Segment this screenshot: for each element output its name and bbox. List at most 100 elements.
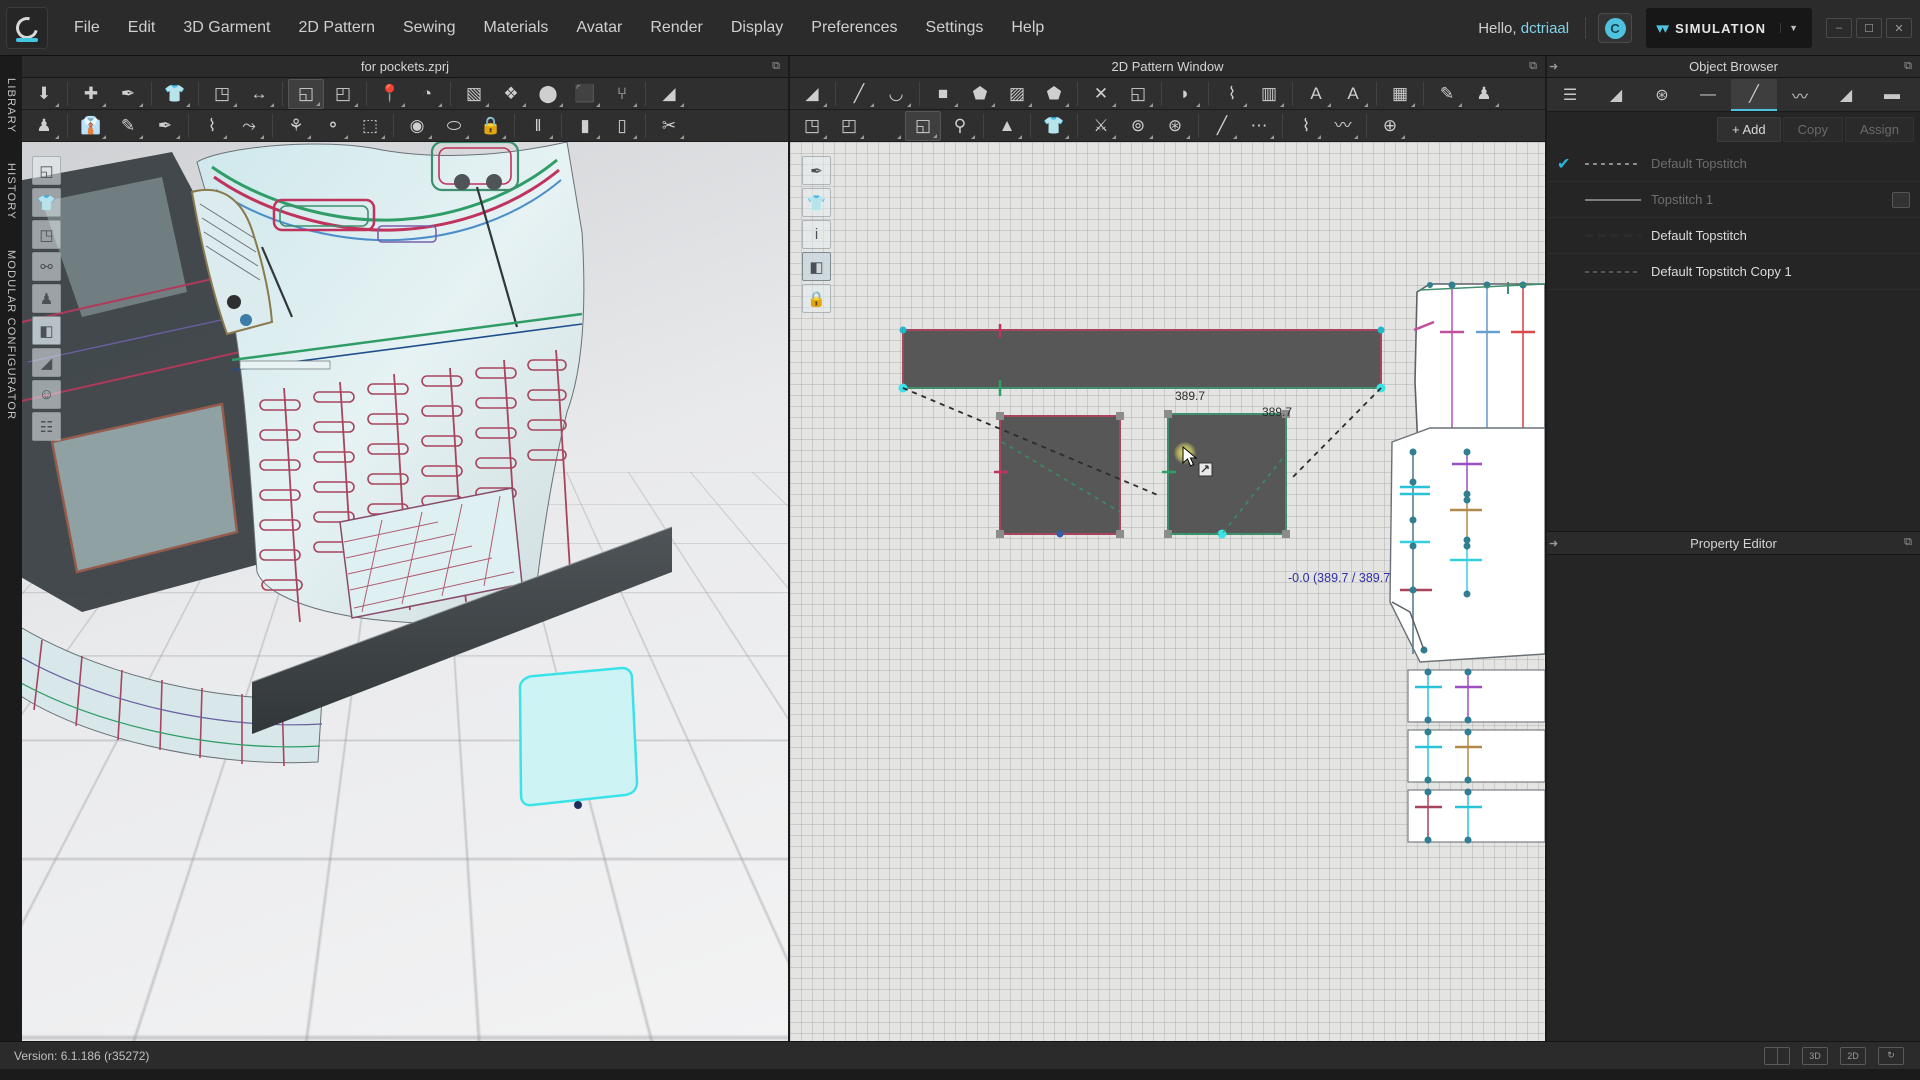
lock-pattern-icon[interactable]: 🔒 — [802, 284, 831, 313]
tool-expand-corner-icon[interactable] — [176, 134, 180, 139]
tool-expand-corner-icon[interactable] — [139, 102, 143, 107]
edit-curve-point-icon[interactable]: ╱ — [841, 79, 877, 109]
zipper-strip-icon[interactable]: ‖ — [520, 111, 556, 141]
close-icon[interactable]: ✕ — [1886, 18, 1912, 38]
internal-polygon-icon[interactable]: ▨ — [999, 79, 1035, 109]
zigzag-icon[interactable]: 〰 — [1325, 111, 1361, 141]
object-browser-row[interactable]: Default Topstitch — [1547, 218, 1920, 254]
trace-icon[interactable]: ✕ — [1083, 79, 1119, 109]
button-round-icon[interactable]: ◉ — [399, 111, 435, 141]
tool-expand-corner-icon[interactable] — [1458, 102, 1462, 107]
tool-expand-corner-icon[interactable] — [485, 102, 489, 107]
tool-expand-corner-icon[interactable] — [596, 134, 600, 139]
tack-icon[interactable]: ◔ — [409, 79, 445, 109]
popout-icon[interactable]: ⧉ — [1904, 60, 1912, 73]
menu-item-3d-garment[interactable]: 3D Garment — [169, 13, 284, 43]
tool-expand-corner-icon[interactable] — [907, 102, 911, 107]
edit-curvature-icon[interactable]: ◡ — [878, 79, 914, 109]
tool-expand-corner-icon[interactable] — [1270, 134, 1274, 139]
menu-item-sewing[interactable]: Sewing — [389, 13, 469, 43]
fabric-sheet-icon[interactable]: ▯ — [604, 111, 640, 141]
zipper-icon[interactable]: ⬛ — [567, 79, 603, 109]
tool-expand-corner-icon[interactable] — [991, 102, 995, 107]
tool-expand-corner-icon[interactable] — [1280, 102, 1284, 107]
tool-expand-corner-icon[interactable] — [102, 134, 106, 139]
select-garment-icon[interactable]: 👕 — [157, 79, 193, 109]
menu-item-2d-pattern[interactable]: 2D Pattern — [285, 13, 389, 43]
sewing-line-icon[interactable]: ↔ — [241, 79, 277, 109]
grid-pattern-icon[interactable]: ▦ — [1382, 79, 1418, 109]
tool-expand-corner-icon[interactable] — [55, 134, 59, 139]
tool-expand-corner-icon[interactable] — [1354, 134, 1358, 139]
tool-expand-corner-icon[interactable] — [1112, 102, 1116, 107]
text-small-icon[interactable]: A — [1298, 79, 1334, 109]
tool-expand-corner-icon[interactable] — [633, 102, 637, 107]
button-hole-icon[interactable]: ⚬ — [315, 111, 351, 141]
chevron-down-icon[interactable]: ▼ — [1780, 23, 1806, 33]
show-shade-icon[interactable]: ◢ — [32, 348, 61, 377]
object-browser-tab-fabric[interactable]: ◢ — [1593, 79, 1639, 111]
tool-expand-corner-icon[interactable] — [1243, 102, 1247, 107]
tool-expand-corner-icon[interactable] — [559, 102, 563, 107]
sewing-line-2d-icon[interactable]: ◰ — [831, 111, 867, 141]
checkmark-icon[interactable]: ✔ — [1557, 154, 1575, 174]
tool-expand-corner-icon[interactable] — [596, 102, 600, 107]
button-2d-icon[interactable]: ⊚ — [1120, 111, 1156, 141]
transform-pattern-icon[interactable]: ◢ — [794, 79, 830, 109]
show-texture-icon[interactable]: ◧ — [32, 316, 61, 345]
menu-item-materials[interactable]: Materials — [469, 13, 562, 43]
shield-pattern-icon[interactable]: ⬟ — [1036, 79, 1072, 109]
tool-expand-corner-icon[interactable] — [870, 102, 874, 107]
tool-expand-corner-icon[interactable] — [354, 102, 358, 107]
popout-icon[interactable]: ⧉ — [772, 60, 780, 73]
trim-cut-icon[interactable]: ✂ — [651, 111, 687, 141]
menu-item-help[interactable]: Help — [997, 13, 1058, 43]
menu-item-edit[interactable]: Edit — [114, 13, 170, 43]
object-browser-row[interactable]: Default Topstitch Copy 1 — [1547, 254, 1920, 290]
polygon-tool-icon[interactable]: ⬟ — [962, 79, 998, 109]
tool-expand-corner-icon[interactable] — [1065, 134, 1069, 139]
thermometer-icon[interactable]: ⚔ — [1083, 111, 1119, 141]
collapse-right-icon[interactable]: ➜ — [1549, 537, 1563, 550]
tool-expand-corner-icon[interactable] — [1411, 102, 1415, 107]
select-mesh-icon[interactable]: ⬇ — [26, 79, 62, 109]
tool-expand-corner-icon[interactable] — [102, 102, 106, 107]
restore-icon[interactable]: ☐ — [1856, 18, 1882, 38]
3d-viewport[interactable]: ◱ 👕 ◳ ⚯ ♟ ◧ ◢ ☺ ☷ — [22, 142, 788, 1041]
snap-icon[interactable]: ⬚ — [352, 111, 388, 141]
tool-expand-corner-icon[interactable] — [1364, 102, 1368, 107]
fold-pattern-icon[interactable]: ◗ — [1167, 79, 1203, 109]
avatar-layer-icon[interactable]: ♟ — [1466, 79, 1502, 109]
menu-item-avatar[interactable]: Avatar — [562, 13, 636, 43]
add-button[interactable]: + Add — [1716, 116, 1781, 142]
tool-expand-corner-icon[interactable] — [1317, 134, 1321, 139]
tool-expand-corner-icon[interactable] — [823, 102, 827, 107]
rectangle-tool-icon[interactable]: ■ — [925, 79, 961, 109]
show-avatar-tshirt-icon[interactable]: 👕 — [32, 188, 61, 217]
pin-icon[interactable]: 📍 — [372, 79, 408, 109]
buttonhole-round-icon[interactable]: ⬭ — [436, 111, 472, 141]
tool-expand-corner-icon[interactable] — [502, 134, 506, 139]
menu-item-display[interactable]: Display — [717, 13, 797, 43]
tool-expand-corner-icon[interactable] — [270, 102, 274, 107]
clo-logo-icon[interactable] — [6, 6, 48, 49]
drape-icon[interactable]: ⌇ — [194, 111, 230, 141]
minimize-icon[interactable]: – — [1826, 18, 1852, 38]
fold-icon[interactable]: ⤳ — [231, 111, 267, 141]
show-point-icon[interactable]: ✒ — [802, 156, 831, 185]
tool-expand-corner-icon[interactable] — [428, 134, 432, 139]
fabric-paint-icon[interactable]: ✎ — [1429, 79, 1465, 109]
fabric-print-icon[interactable]: ▧ — [456, 79, 492, 109]
object-browser-tab-button[interactable]: ⊛ — [1639, 79, 1685, 111]
object-browser-tab-fold[interactable]: ◢ — [1823, 79, 1869, 111]
tool-expand-corner-icon[interactable] — [1149, 102, 1153, 107]
tool-expand-corner-icon[interactable] — [438, 102, 442, 107]
sidebar-tab-history[interactable]: HISTORY — [5, 157, 17, 226]
tool-expand-corner-icon[interactable] — [381, 134, 385, 139]
fabric-roll-icon[interactable]: ▮ — [567, 111, 603, 141]
tool-expand-corner-icon[interactable] — [633, 134, 637, 139]
add-trim-icon[interactable]: ⊕ — [1372, 111, 1408, 141]
undefined[interactable] — [868, 111, 904, 141]
show-info-icon[interactable]: i — [802, 220, 831, 249]
cloud-account-icon[interactable]: C — [1598, 13, 1633, 43]
